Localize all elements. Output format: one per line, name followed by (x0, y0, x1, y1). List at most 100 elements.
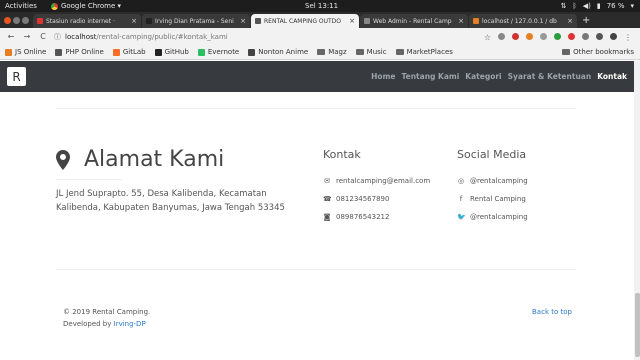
nav-link-home[interactable]: Home (371, 72, 395, 81)
tab-title: Irving Dian Pratama - Seni (155, 17, 234, 25)
other-bookmarks[interactable]: Other bookmarks (562, 48, 634, 56)
app-menu[interactable]: Google Chrome ▾ (50, 2, 122, 10)
site-menu: Home Tentang Kami Kategori Syarat & Ketentu… (371, 72, 627, 81)
address-title: Alamat Kami (84, 147, 225, 172)
bookmark-item[interactable]: Music (355, 48, 387, 56)
social-item[interactable]: 🐦 @rentalcamping (457, 213, 528, 221)
folder-icon (317, 49, 326, 55)
extension-icon[interactable] (568, 33, 575, 40)
bookmark-label: Magz (328, 48, 347, 56)
scrollbar-thumb[interactable] (634, 293, 640, 357)
github-icon (154, 48, 162, 56)
map-marker-icon (56, 149, 70, 170)
tab-favicon-icon (364, 18, 370, 24)
nav-link-kontak[interactable]: Kontak (597, 72, 627, 81)
extension-icon[interactable] (498, 33, 505, 40)
browser-tab[interactable]: RENTAL CAMPING OUTDO × (251, 14, 359, 28)
folder-icon (562, 49, 571, 55)
social-item-text: @rentalcamping (470, 177, 528, 185)
divider (56, 269, 576, 270)
back-icon[interactable]: ← (6, 32, 16, 41)
instagram-icon: ◎ (457, 177, 465, 185)
clock[interactable]: Sel 13:11 (305, 2, 338, 10)
menu-dots-icon[interactable]: ⋮ (624, 33, 632, 42)
developer-link[interactable]: Irving-DP (114, 320, 146, 328)
back-to-top-link[interactable]: Back to top (532, 308, 572, 316)
maximize-window-icon[interactable] (22, 16, 29, 24)
extension-icon[interactable] (554, 33, 561, 40)
bookmark-item[interactable]: GitLab (112, 48, 146, 56)
other-bookmarks-label: Other bookmarks (573, 48, 634, 56)
app-menu-label: Google Chrome ▾ (60, 2, 122, 10)
bookmark-label: MarketPlaces (406, 48, 453, 56)
browser-tab[interactable]: localhost / 127.0.0.1 / db × (469, 14, 577, 28)
contact-item[interactable]: ◙ 089876543212 (323, 213, 390, 221)
divider (56, 108, 576, 109)
developed-by-label: Developed by (63, 320, 112, 328)
reload-icon[interactable]: C (38, 32, 48, 41)
envelope-icon: ✉ (324, 177, 330, 185)
social-item[interactable]: ◎ @rentalcamping (457, 177, 528, 185)
bookmarks-bar: JS Online PHP Online GitLab GitHub Evernote N… (0, 45, 640, 60)
browser-tab[interactable]: Web Admin - Rental Camp × (360, 14, 468, 28)
volume-icon: ◀) (582, 2, 591, 10)
close-tab-icon[interactable]: × (240, 17, 246, 25)
url-host: localhost (65, 32, 97, 41)
url-path: /rental-camping/public/#kontak_kami (96, 32, 228, 41)
contact-item-text: rentalcamping@email.com (336, 177, 431, 185)
contact-item[interactable]: ✉ rentalcamping@email.com (323, 177, 430, 185)
php-icon (55, 48, 63, 56)
contact-item-text: 089876543212 (336, 213, 390, 221)
new-tab-button[interactable]: + (582, 15, 590, 26)
brand-logo[interactable]: R (7, 67, 26, 86)
extension-icon[interactable] (512, 33, 519, 40)
bookmark-item[interactable]: JS Online (5, 48, 46, 56)
activities-button[interactable]: Activities (5, 2, 37, 10)
tab-title: localhost / 127.0.0.1 / db (482, 17, 557, 25)
bookmark-label: JS Online (15, 48, 47, 56)
battery-icon: ▮ (596, 2, 601, 10)
minimize-window-icon[interactable] (13, 16, 20, 24)
extension-icon[interactable] (540, 33, 547, 40)
browser-tab[interactable]: Irving Dian Pratama - Seni × (142, 14, 250, 28)
browser-tab[interactable]: Stasiun radio internet · × (33, 14, 141, 28)
nav-link-tentang-kami[interactable]: Tentang Kami (402, 72, 460, 81)
bookmark-star-icon[interactable]: ☆ (484, 33, 491, 42)
window-controls (0, 12, 33, 28)
profile-avatar[interactable] (610, 33, 617, 40)
bookmark-item[interactable]: Evernote (197, 48, 239, 56)
close-tab-icon[interactable]: × (567, 17, 573, 25)
tab-favicon-icon (473, 18, 479, 24)
nav-link-syarat-ketentuan[interactable]: Syarat & Ketentuan (508, 72, 592, 81)
chrome-icon (50, 2, 58, 10)
bluetooth-icon: ᛒ (572, 2, 577, 10)
forward-icon[interactable]: → (22, 32, 32, 41)
close-tab-icon[interactable]: × (349, 17, 355, 25)
bookmark-item[interactable]: Nonton Anime (248, 48, 308, 56)
site-navbar: R Home Tentang Kami Kategori Syarat & Keten… (0, 61, 634, 92)
bookmark-item[interactable]: MarketPlaces (395, 48, 453, 56)
extension-icon[interactable] (596, 33, 603, 40)
close-tab-icon[interactable]: × (131, 17, 137, 25)
address-bar[interactable]: ⓘ localhost/rental-camping/public/#konta… (54, 32, 484, 42)
bookmark-item[interactable]: Magz (317, 48, 347, 56)
tab-title: RENTAL CAMPING OUTDO (264, 17, 342, 25)
bookmark-item[interactable]: GitHub (154, 48, 189, 56)
tab-favicon-icon (37, 18, 43, 24)
tab-favicon-icon (146, 18, 152, 24)
system-tray[interactable]: ⇅ ᛒ ◀) ▮ 76 % ▾ (561, 2, 634, 10)
contact-item-text: 081234567890 (336, 195, 390, 203)
bookmark-item[interactable]: PHP Online (55, 48, 104, 56)
contact-item[interactable]: ☎ 081234567890 (323, 195, 389, 203)
nav-link-kategori[interactable]: Kategori (465, 72, 501, 81)
footer-copyright: © 2019 Rental Camping. (63, 308, 151, 316)
extension-icon[interactable] (582, 33, 589, 40)
page-scrollbar[interactable] (634, 61, 640, 360)
social-item[interactable]: f Rental Camping (457, 195, 526, 203)
close-window-icon[interactable] (4, 16, 11, 24)
info-icon[interactable]: ⓘ (54, 32, 61, 42)
system-top-bar: Activities Google Chrome ▾ Sel 13:11 ⇅ ᛒ… (0, 0, 640, 12)
extension-icon[interactable] (526, 33, 533, 40)
footer-credit: Developed by Irving-DP (63, 320, 146, 328)
close-tab-icon[interactable]: × (458, 17, 464, 25)
